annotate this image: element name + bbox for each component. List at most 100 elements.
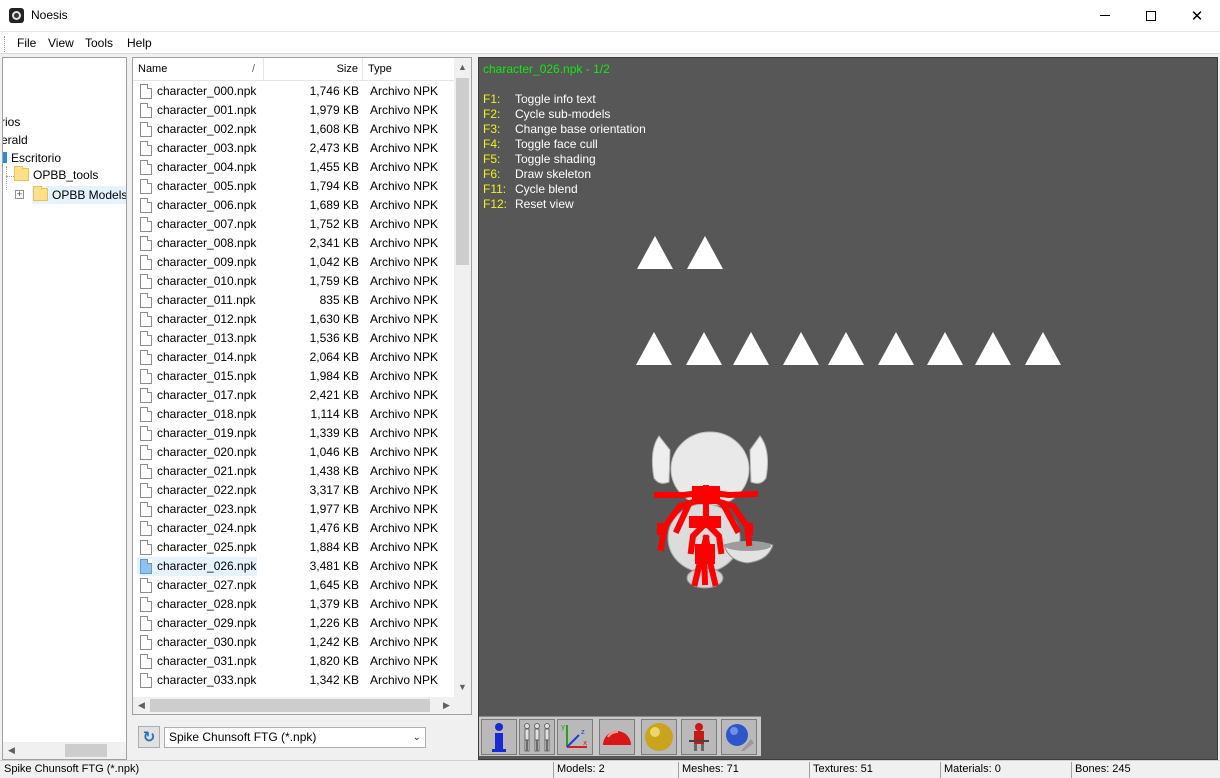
tree-node[interactable]: erald <box>3 133 28 147</box>
file-row[interactable]: character_014.npk 2,064 KB Archivo NPK <box>133 348 455 367</box>
scroll-right-icon[interactable]: ▶ <box>438 700 455 711</box>
file-row[interactable]: character_023.npk 1,977 KB Archivo NPK <box>133 500 455 519</box>
file-row[interactable]: character_008.npk 2,341 KB Archivo NPK <box>133 234 455 253</box>
menu-tools[interactable]: Tools <box>85 36 113 50</box>
column-header-size[interactable]: Size <box>264 58 363 81</box>
file-icon <box>140 141 152 156</box>
file-row[interactable]: character_026.npk 3,481 KB Archivo NPK <box>133 557 455 576</box>
file-row[interactable]: character_007.npk 1,752 KB Archivo NPK <box>133 215 455 234</box>
close-button[interactable]: ✕ <box>1174 0 1220 31</box>
file-size: 1,114 KB <box>310 407 359 421</box>
scroll-down-icon[interactable]: ▼ <box>454 682 471 692</box>
file-size: 1,984 KB <box>309 369 359 383</box>
folder-tree[interactable]: rios erald Escritorio OPBB_tools + OPBB … <box>2 57 127 760</box>
file-list-vertical-scrollbar[interactable]: ▲ ▼ <box>454 58 471 698</box>
file-row[interactable]: character_012.npk 1,630 KB Archivo NPK <box>133 310 455 329</box>
file-row[interactable]: character_018.npk 1,114 KB Archivo NPK <box>133 405 455 424</box>
sphere-icon <box>645 723 673 751</box>
file-type: Archivo NPK <box>370 217 439 231</box>
file-name: character_005.npk <box>157 179 257 193</box>
file-row[interactable]: character_000.npk 1,746 KB Archivo NPK <box>133 82 455 101</box>
file-size: 1,226 KB <box>309 616 359 630</box>
tree-node-escritorio[interactable]: Escritorio <box>3 151 61 165</box>
tree-horizontal-scrollbar[interactable]: ◀ <box>3 742 126 759</box>
tree-node[interactable]: rios <box>3 115 20 129</box>
file-row[interactable]: character_006.npk 1,689 KB Archivo NPK <box>133 196 455 215</box>
file-name: character_004.npk <box>157 160 257 174</box>
file-list[interactable]: Name / Size Type character_000.npk 1,746 K… <box>132 57 472 715</box>
file-row[interactable]: character_031.npk 1,820 KB Archivo NPK <box>133 652 455 671</box>
file-type: Archivo NPK <box>370 616 439 630</box>
expand-toggle[interactable]: + <box>15 190 24 199</box>
file-row[interactable]: character_013.npk 1,536 KB Archivo NPK <box>133 329 455 348</box>
file-icon <box>140 255 152 270</box>
file-row[interactable]: character_025.npk 1,884 KB Archivo NPK <box>133 538 455 557</box>
scroll-left-icon[interactable]: ◀ <box>133 700 150 711</box>
help-key: F4: <box>483 137 501 151</box>
column-header-name[interactable]: Name / <box>133 58 264 81</box>
file-icon <box>140 635 152 650</box>
status-models: Models: 2 <box>553 762 605 778</box>
file-row[interactable]: character_010.npk 1,759 KB Archivo NPK <box>133 272 455 291</box>
file-row[interactable]: character_002.npk 1,608 KB Archivo NPK <box>133 120 455 139</box>
file-row[interactable]: character_021.npk 1,438 KB Archivo NPK <box>133 462 455 481</box>
bone-markers <box>636 236 1061 365</box>
file-size: 1,046 KB <box>309 445 359 459</box>
help-key: F12: <box>483 197 508 211</box>
file-row[interactable]: character_029.npk 1,226 KB Archivo NPK <box>133 614 455 633</box>
file-row[interactable]: character_011.npk 835 KB Archivo NPK <box>133 291 455 310</box>
minimize-button[interactable] <box>1082 0 1128 31</box>
file-row[interactable]: character_024.npk 1,476 KB Archivo NPK <box>133 519 455 538</box>
file-row[interactable]: character_004.npk 1,455 KB Archivo NPK <box>133 158 455 177</box>
scroll-thumb[interactable] <box>456 78 469 265</box>
refresh-button[interactable]: ↻ <box>138 726 160 748</box>
file-row[interactable]: character_027.npk 1,645 KB Archivo NPK <box>133 576 455 595</box>
file-icon <box>140 122 152 137</box>
file-row[interactable]: character_033.npk 1,342 KB Archivo NPK <box>133 671 455 690</box>
tree-line <box>6 166 7 190</box>
material-button[interactable] <box>641 719 677 755</box>
file-row[interactable]: character_001.npk 1,979 KB Archivo NPK <box>133 101 455 120</box>
help-key: F5: <box>483 152 501 166</box>
tree-node-opbb-models[interactable]: OPBB Models <box>32 186 126 204</box>
axes-button[interactable]: z y x <box>557 719 593 755</box>
file-row[interactable]: character_019.npk 1,339 KB Archivo NPK <box>133 424 455 443</box>
info-button[interactable] <box>481 719 517 755</box>
file-row[interactable]: character_030.npk 1,242 KB Archivo NPK <box>133 633 455 652</box>
scroll-thumb[interactable] <box>65 744 107 757</box>
file-row[interactable]: character_028.npk 1,379 KB Archivo NPK <box>133 595 455 614</box>
file-size: 1,746 KB <box>309 84 359 98</box>
help-desc: Toggle face cull <box>515 137 598 151</box>
scroll-thumb[interactable] <box>150 699 430 712</box>
refresh-icon: ↻ <box>142 729 156 746</box>
shading-button[interactable] <box>599 719 635 755</box>
scroll-up-icon[interactable]: ▲ <box>454 62 471 72</box>
menu-view[interactable]: View <box>48 36 74 50</box>
file-row[interactable]: character_017.npk 2,421 KB Archivo NPK <box>133 386 455 405</box>
column-header-type[interactable]: Type <box>363 58 455 81</box>
file-list-horizontal-scrollbar[interactable]: ◀ ▶ <box>133 697 455 714</box>
tree-node-opbb-tools[interactable]: OPBB_tools <box>14 166 98 182</box>
file-row[interactable]: character_020.npk 1,046 KB Archivo NPK <box>133 443 455 462</box>
file-row[interactable]: character_003.npk 2,473 KB Archivo NPK <box>133 139 455 158</box>
file-type: Archivo NPK <box>370 84 439 98</box>
format-select[interactable]: Spike Chunsoft FTG (*.npk) ⌄ <box>164 727 426 748</box>
help-desc: Toggle info text <box>515 92 596 106</box>
scrollbar-corner <box>454 697 471 714</box>
file-size: 1,455 KB <box>309 160 359 174</box>
file-row[interactable]: character_022.npk 3,317 KB Archivo NPK <box>133 481 455 500</box>
skeletons-icon <box>524 723 550 752</box>
menu-file[interactable]: File <box>17 36 36 50</box>
maximize-button[interactable] <box>1128 0 1174 31</box>
file-row[interactable]: character_015.npk 1,984 KB Archivo NPK <box>133 367 455 386</box>
figure-button[interactable] <box>681 719 717 755</box>
tools-button[interactable] <box>721 719 757 755</box>
skeletons-button[interactable] <box>519 719 555 755</box>
file-row[interactable]: character_009.npk 1,042 KB Archivo NPK <box>133 253 455 272</box>
menu-help[interactable]: Help <box>127 36 152 50</box>
model-viewport[interactable]: character_026.npk - 1/2 F1: Toggle info t… <box>478 57 1218 760</box>
file-size: 1,608 KB <box>309 122 359 136</box>
file-type: Archivo NPK <box>370 673 439 687</box>
scroll-left-icon[interactable]: ◀ <box>3 745 20 756</box>
file-row[interactable]: character_005.npk 1,794 KB Archivo NPK <box>133 177 455 196</box>
